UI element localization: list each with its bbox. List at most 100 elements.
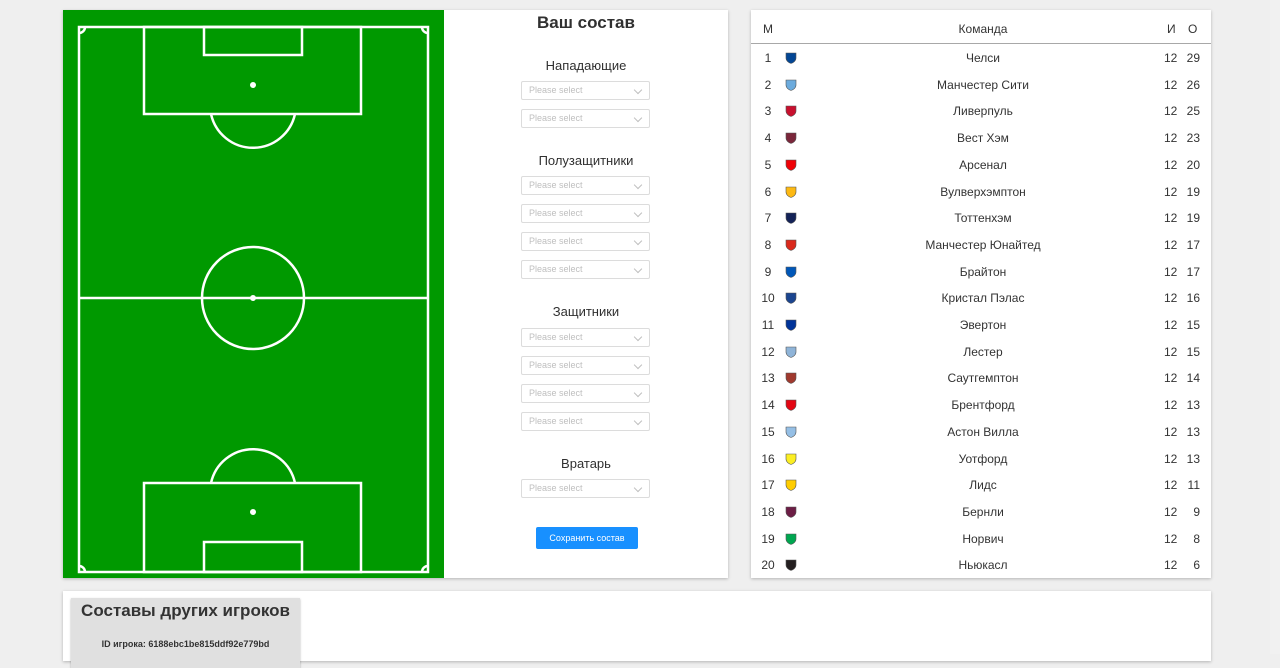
row-points: 26 [1186, 77, 1200, 92]
table-row[interactable]: 16 Уотфорд 12 13 [751, 445, 1211, 471]
select-placeholder: Please select [529, 180, 583, 190]
select-placeholder: Please select [529, 388, 583, 398]
forward-select-2[interactable]: Please select [521, 109, 650, 128]
goalkeeper-select[interactable]: Please select [521, 479, 650, 498]
row-team-name: Арсенал [959, 157, 1007, 172]
header-team: Команда [958, 22, 1008, 36]
chevron-down-icon [633, 360, 643, 370]
table-row[interactable]: 7 Тоттенхэм 12 19 [751, 204, 1211, 230]
row-team-name: Челси [966, 51, 1000, 65]
select-placeholder: Please select [529, 208, 583, 218]
midfielder-select-1[interactable]: Please select [521, 176, 650, 195]
row-team-name: Уотфорд [958, 451, 1008, 466]
player-lineup-card[interactable]: Составы других игроков ID игрока: 6188eb… [71, 598, 300, 668]
row-played: 12 [1164, 344, 1178, 359]
row-points: 13 [1186, 424, 1200, 439]
row-played: 12 [1164, 291, 1178, 306]
row-team-name: Брентфорд [951, 398, 1015, 413]
table-row[interactable]: 9 Брайтон 12 17 [751, 258, 1211, 284]
table-row[interactable]: 5 Арсенал 12 20 [751, 151, 1211, 177]
row-played: 12 [1164, 371, 1178, 386]
chevron-down-icon [633, 416, 643, 426]
row-team-name: Кристал Пэлас [941, 291, 1025, 306]
player-id: ID игрока: 6188ebc1be815ddf92e779bd [101, 639, 270, 649]
row-team-name: Ньюкасл [958, 558, 1008, 573]
row-played: 12 [1164, 264, 1178, 279]
row-team-name: Астон Вилла [947, 424, 1019, 439]
select-placeholder: Please select [529, 483, 583, 493]
row-played: 12 [1164, 51, 1178, 65]
row-played: 12 [1164, 104, 1178, 119]
table-row[interactable]: 13 Саутгемптон 12 14 [751, 364, 1211, 390]
save-lineup-button[interactable]: Сохранить состав [536, 527, 638, 549]
defender-select-1[interactable]: Please select [521, 328, 650, 347]
row-played: 12 [1164, 531, 1178, 546]
table-row[interactable]: 14 Брентфорд 12 13 [751, 391, 1211, 417]
row-team-name: Саутгемптон [947, 371, 1019, 386]
row-points: 13 [1186, 451, 1200, 466]
row-team-name: Брайтон [959, 264, 1007, 279]
table-row[interactable]: 17 Лидс 12 11 [751, 471, 1211, 497]
row-team-name: Норвич [962, 531, 1004, 546]
chevron-down-icon [633, 483, 643, 493]
row-points: 17 [1186, 237, 1200, 252]
row-played: 12 [1164, 318, 1178, 332]
chevron-down-icon [633, 180, 643, 190]
table-row[interactable]: 8 Манчестер Юнайтед 12 17 [751, 231, 1211, 257]
table-row[interactable]: 6 Вулверхэмптон 12 19 [751, 178, 1211, 204]
row-points: 15 [1186, 318, 1200, 332]
row-played: 12 [1164, 451, 1178, 466]
row-points: 25 [1186, 104, 1200, 119]
row-played: 12 [1164, 131, 1178, 146]
row-played: 12 [1164, 184, 1178, 199]
table-row[interactable]: 2 Манчестер Сити 12 26 [751, 71, 1211, 97]
row-team-name: Бернли [962, 504, 1004, 519]
midfielders-title: Полузащитники [538, 153, 634, 168]
table-row[interactable]: 20 Ньюкасл 12 6 [751, 551, 1211, 577]
row-team-name: Вест Хэм [957, 131, 1009, 146]
defender-select-3[interactable]: Please select [521, 384, 650, 403]
row-played: 12 [1164, 504, 1178, 519]
defenders-title: Защитники [552, 304, 620, 319]
table-row[interactable]: 10 Кристал Пэлас 12 16 [751, 284, 1211, 310]
table-row[interactable]: 15 Астон Вилла 12 13 [751, 418, 1211, 444]
select-placeholder: Please select [529, 236, 583, 246]
row-played: 12 [1164, 398, 1178, 413]
row-points: 13 [1186, 398, 1200, 413]
football-pitch [63, 10, 444, 578]
row-points: 19 [1186, 184, 1200, 199]
select-placeholder: Please select [529, 416, 583, 426]
row-team-name: Манчестер Сити [937, 77, 1029, 92]
page-scrollbar[interactable] [1270, 0, 1280, 654]
midfielder-select-3[interactable]: Please select [521, 232, 650, 251]
table-row[interactable]: 19 Норвич 12 8 [751, 525, 1211, 551]
lineup-title: Ваш состав [537, 13, 635, 32]
row-points: 23 [1186, 131, 1200, 146]
table-row[interactable]: 1 Челси 12 29 [751, 44, 1211, 70]
midfielder-select-2[interactable]: Please select [521, 204, 650, 223]
lineup-form: Ваш состав Нападающие Please select Plea… [444, 10, 728, 578]
other-lineups-section: Составы других игроков ID игрока: 6188eb… [63, 591, 1211, 668]
defender-select-4[interactable]: Please select [521, 412, 650, 431]
chevron-down-icon [633, 85, 643, 95]
table-row[interactable]: 11 Эвертон 12 15 [751, 311, 1211, 337]
table-row[interactable]: 12 Лестер 12 15 [751, 338, 1211, 364]
select-placeholder: Please select [529, 85, 583, 95]
select-placeholder: Please select [529, 332, 583, 342]
select-placeholder: Please select [529, 113, 583, 123]
row-team-name: Лидс [969, 478, 997, 493]
table-row[interactable]: 18 Бернли 12 9 [751, 498, 1211, 524]
row-points: 17 [1186, 264, 1200, 279]
row-points: 8 [1193, 531, 1200, 546]
defender-select-2[interactable]: Please select [521, 356, 650, 375]
table-row[interactable]: 4 Вест Хэм 12 23 [751, 124, 1211, 150]
row-points: 20 [1186, 157, 1200, 172]
header-played: И [1167, 22, 1176, 36]
row-team-name: Лестер [963, 344, 1003, 359]
row-played: 12 [1164, 558, 1178, 573]
table-row[interactable]: 3 Ливерпуль 12 25 [751, 97, 1211, 123]
row-team-name: Ливерпуль [953, 104, 1013, 119]
other-lineups-title: Составы других игроков [81, 601, 290, 620]
forward-select-1[interactable]: Please select [521, 81, 650, 100]
midfielder-select-4[interactable]: Please select [521, 260, 650, 279]
